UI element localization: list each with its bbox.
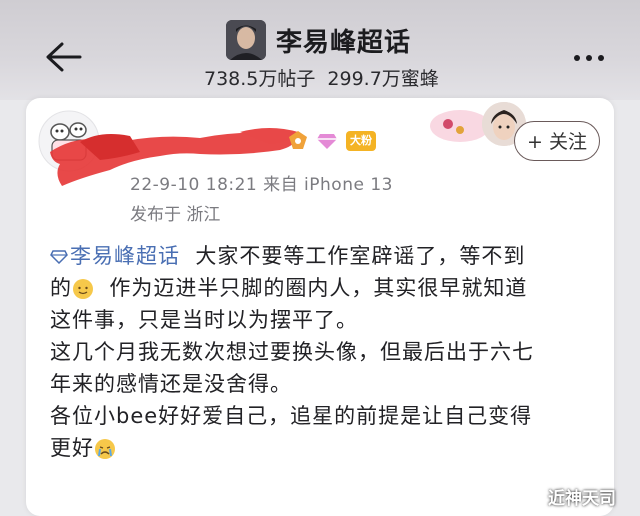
- post-line-2: 的 作为迈进半只脚的圈内人，其实很早就知道: [50, 272, 590, 304]
- watermark: 近神天司: [548, 489, 616, 509]
- post-line-7: 更好: [50, 432, 590, 464]
- topic-diamond-icon: [50, 250, 68, 265]
- post-time-source: 22-9-10 18:21 来自 iPhone 13: [130, 175, 393, 195]
- posts-count: 738.5万帖子: [204, 68, 316, 90]
- back-arrow-icon: [46, 42, 82, 72]
- topic-link-label: 李易峰超话: [70, 244, 180, 268]
- post-location: 发布于 浙江: [130, 205, 221, 225]
- post-line-3: 这件事，只是当时以为摆平了。: [50, 308, 358, 332]
- post-text-segment: 作为迈进半只脚的圈内人，其实很早就知道: [109, 276, 528, 300]
- level-badge-icon: [288, 130, 308, 150]
- topic-stats: 738.5万帖子 299.7万蜜蜂: [204, 64, 451, 91]
- diamond-badge-icon: [316, 129, 338, 151]
- post-text-segment: 更好: [50, 436, 94, 460]
- more-button[interactable]: [572, 50, 606, 64]
- sweat-smile-emoji-icon: [73, 279, 93, 299]
- fan-badge: 大粉: [346, 131, 376, 151]
- post-line-6: 各位小bee好好爱自己，追星的前提是让自己变得: [50, 404, 533, 428]
- topic-link[interactable]: 李易峰超话: [50, 244, 180, 268]
- followers-count: 299.7万蜜蜂: [327, 68, 439, 90]
- post-line-1: 李易峰超话 大家不要等工作室辟谣了，等不到: [50, 240, 590, 272]
- crying-emoji-icon: [95, 439, 115, 459]
- post-line-4: 这几个月我无数次想过要换头像，但最后出于六七: [50, 340, 534, 364]
- post-body: 李易峰超话 大家不要等工作室辟谣了，等不到 的 作为迈进半只脚的圈内人，其实很早…: [50, 240, 590, 464]
- post-text-segment: 的: [50, 276, 72, 300]
- more-dots-icon: [574, 55, 604, 61]
- topic-avatar: [226, 20, 266, 60]
- post-line-5: 年来的感情还是没舍得。: [50, 372, 292, 396]
- follow-button[interactable]: + 关注: [514, 121, 600, 161]
- topic-title: 李易峰超话: [276, 28, 412, 58]
- post-text-segment: 大家不要等工作室辟谣了，等不到: [195, 244, 526, 268]
- back-button[interactable]: [44, 40, 84, 74]
